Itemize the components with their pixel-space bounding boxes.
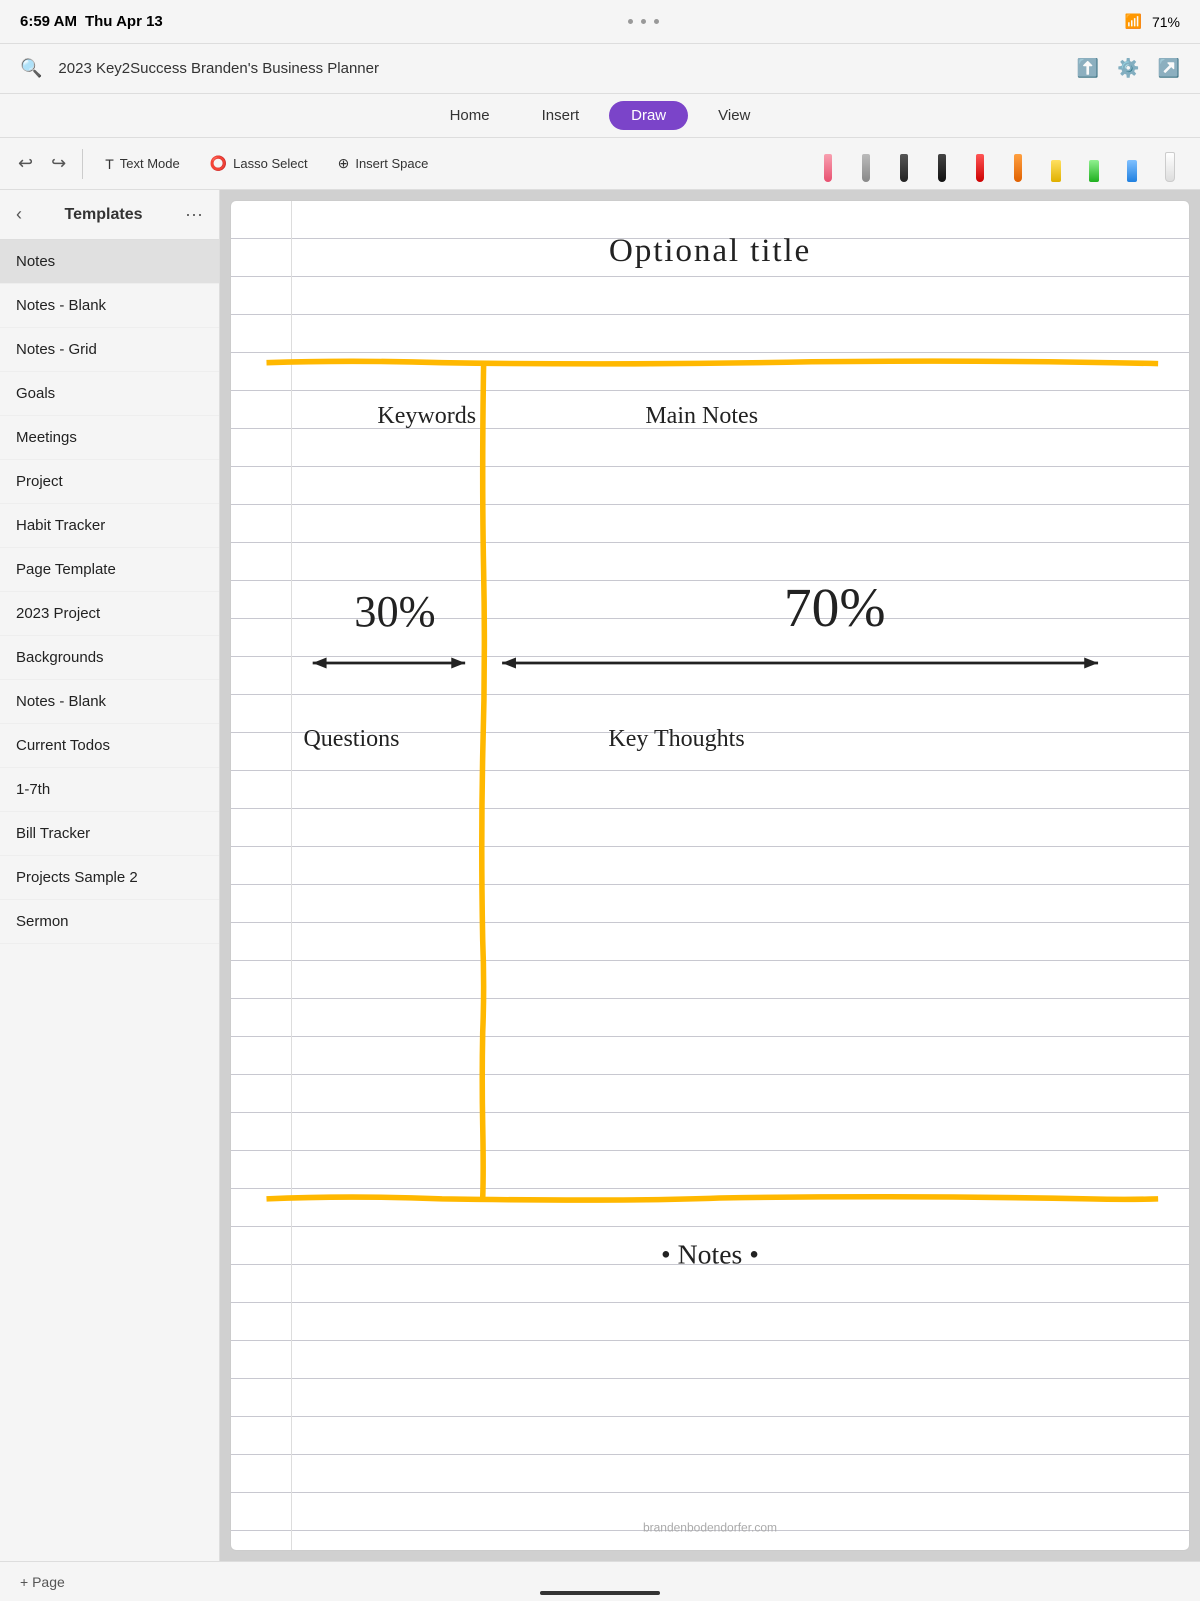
insert-space-button[interactable]: ⊕ Insert Space [326, 150, 441, 177]
battery-display: 71% [1152, 14, 1180, 30]
pen-orange[interactable] [1000, 142, 1036, 186]
tab-draw[interactable]: Draw [609, 101, 688, 130]
insert-space-label: Insert Space [355, 156, 428, 171]
sidebar-item-meetings[interactable]: Meetings [0, 416, 219, 460]
svg-text:brandenbodendorfer.com: brandenbodendorfer.com [643, 1521, 777, 1535]
sidebar-more-button[interactable]: ··· [185, 204, 203, 225]
pen-pink[interactable] [810, 142, 846, 186]
sidebar-item-notes-grid[interactable]: Notes - Grid [0, 328, 219, 372]
sidebar-item-project[interactable]: Project [0, 460, 219, 504]
sidebar-item-bill-tracker[interactable]: Bill Tracker [0, 812, 219, 856]
text-mode-button[interactable]: T Text Mode [93, 151, 192, 177]
text-mode-label: Text Mode [120, 156, 180, 171]
text-mode-icon: T [105, 156, 114, 172]
expand-icon[interactable]: ↗️ [1158, 58, 1180, 79]
pen-green-highlighter[interactable] [1076, 142, 1112, 186]
top-nav: 🔍 2023 Key2Success Branden's Business Pl… [0, 44, 1200, 94]
status-right: 📶 71% [1125, 13, 1180, 30]
top-nav-left: 🔍 2023 Key2Success Branden's Business Pl… [20, 58, 379, 79]
svg-text:30%: 30% [354, 586, 435, 636]
svg-text:Optional title: Optional title [609, 232, 811, 269]
pen-white[interactable] [1152, 142, 1188, 186]
tab-insert[interactable]: Insert [520, 101, 602, 130]
sidebar: ‹ Templates ··· Notes Notes - Blank Note… [0, 190, 220, 1561]
sidebar-item-goals[interactable]: Goals [0, 372, 219, 416]
redo-button[interactable]: ↪ [45, 149, 72, 178]
toolbar-divider-1 [82, 149, 83, 179]
sidebar-item-notes-blank[interactable]: Notes - Blank [0, 284, 219, 328]
doc-title: 2023 Key2Success Branden's Business Plan… [58, 60, 379, 77]
settings-icon[interactable]: ⚙️ [1117, 58, 1139, 79]
home-indicator [540, 1591, 660, 1595]
sidebar-item-sermon[interactable]: Sermon [0, 900, 219, 944]
note-drawing: Optional title Keywords Main Notes 30% 7… [231, 201, 1189, 1550]
svg-text:• Notes •: • Notes • [661, 1239, 759, 1270]
status-time: 6:59 AM Thu Apr 13 [20, 13, 163, 30]
content-area[interactable]: Optional title Keywords Main Notes 30% 7… [220, 190, 1200, 1561]
sidebar-list: Notes Notes - Blank Notes - Grid Goals M… [0, 240, 219, 1561]
sidebar-item-backgrounds[interactable]: Backgrounds [0, 636, 219, 680]
sidebar-title: Templates [65, 206, 143, 224]
share-icon[interactable]: ⬆️ [1077, 58, 1099, 79]
svg-text:Main Notes: Main Notes [645, 403, 758, 429]
pen-tools [810, 142, 1188, 186]
bottom-bar: + Page [0, 1561, 1200, 1601]
sidebar-item-habit-tracker[interactable]: Habit Tracker [0, 504, 219, 548]
pen-yellow-highlighter[interactable] [1038, 142, 1074, 186]
svg-text:Questions: Questions [303, 726, 399, 752]
sidebar-item-2023-project[interactable]: 2023 Project [0, 592, 219, 636]
sidebar-item-current-todos[interactable]: Current Todos [0, 724, 219, 768]
date-display: Thu Apr 13 [85, 13, 163, 30]
wifi-icon: 📶 [1125, 13, 1142, 30]
status-bar: 6:59 AM Thu Apr 13 📶 71% [0, 0, 1200, 44]
pen-black[interactable] [924, 142, 960, 186]
sidebar-item-1-7th[interactable]: 1-7th [0, 768, 219, 812]
top-nav-right: ⬆️ ⚙️ ↗️ [1077, 58, 1180, 79]
pen-dark[interactable] [886, 142, 922, 186]
lasso-icon: ⭕ [210, 155, 227, 172]
search-icon[interactable]: 🔍 [20, 58, 42, 79]
insert-space-icon: ⊕ [338, 155, 350, 172]
dot-3 [654, 19, 659, 24]
note-paper: Optional title Keywords Main Notes 30% 7… [230, 200, 1190, 1551]
pen-red[interactable] [962, 142, 998, 186]
lasso-select-label: Lasso Select [233, 156, 307, 171]
dot-2 [641, 19, 646, 24]
svg-text:Key Thoughts: Key Thoughts [608, 726, 744, 752]
sidebar-item-notes[interactable]: Notes [0, 240, 219, 284]
dot-1 [628, 19, 633, 24]
pen-blue-highlighter[interactable] [1114, 142, 1150, 186]
status-dots [628, 19, 659, 24]
main-layout: ‹ Templates ··· Notes Notes - Blank Note… [0, 190, 1200, 1561]
sidebar-item-projects-sample-2[interactable]: Projects Sample 2 [0, 856, 219, 900]
svg-text:Keywords: Keywords [377, 403, 476, 429]
sidebar-back-button[interactable]: ‹ [16, 204, 22, 225]
sidebar-item-page-template[interactable]: Page Template [0, 548, 219, 592]
pen-gray[interactable] [848, 142, 884, 186]
tab-home[interactable]: Home [428, 101, 512, 130]
tab-bar: Home Insert Draw View [0, 94, 1200, 138]
time-display: 6:59 AM [20, 13, 77, 30]
lasso-select-button[interactable]: ⭕ Lasso Select [198, 150, 320, 177]
tab-view[interactable]: View [696, 101, 772, 130]
toolbar: ↩ ↪ T Text Mode ⭕ Lasso Select ⊕ Insert … [0, 138, 1200, 190]
add-page-button[interactable]: + Page [20, 1574, 65, 1590]
sidebar-header: ‹ Templates ··· [0, 190, 219, 240]
svg-text:70%: 70% [784, 577, 886, 638]
add-page-label: + Page [20, 1574, 65, 1590]
sidebar-item-notes-blank-2[interactable]: Notes - Blank [0, 680, 219, 724]
undo-button[interactable]: ↩ [12, 149, 39, 178]
